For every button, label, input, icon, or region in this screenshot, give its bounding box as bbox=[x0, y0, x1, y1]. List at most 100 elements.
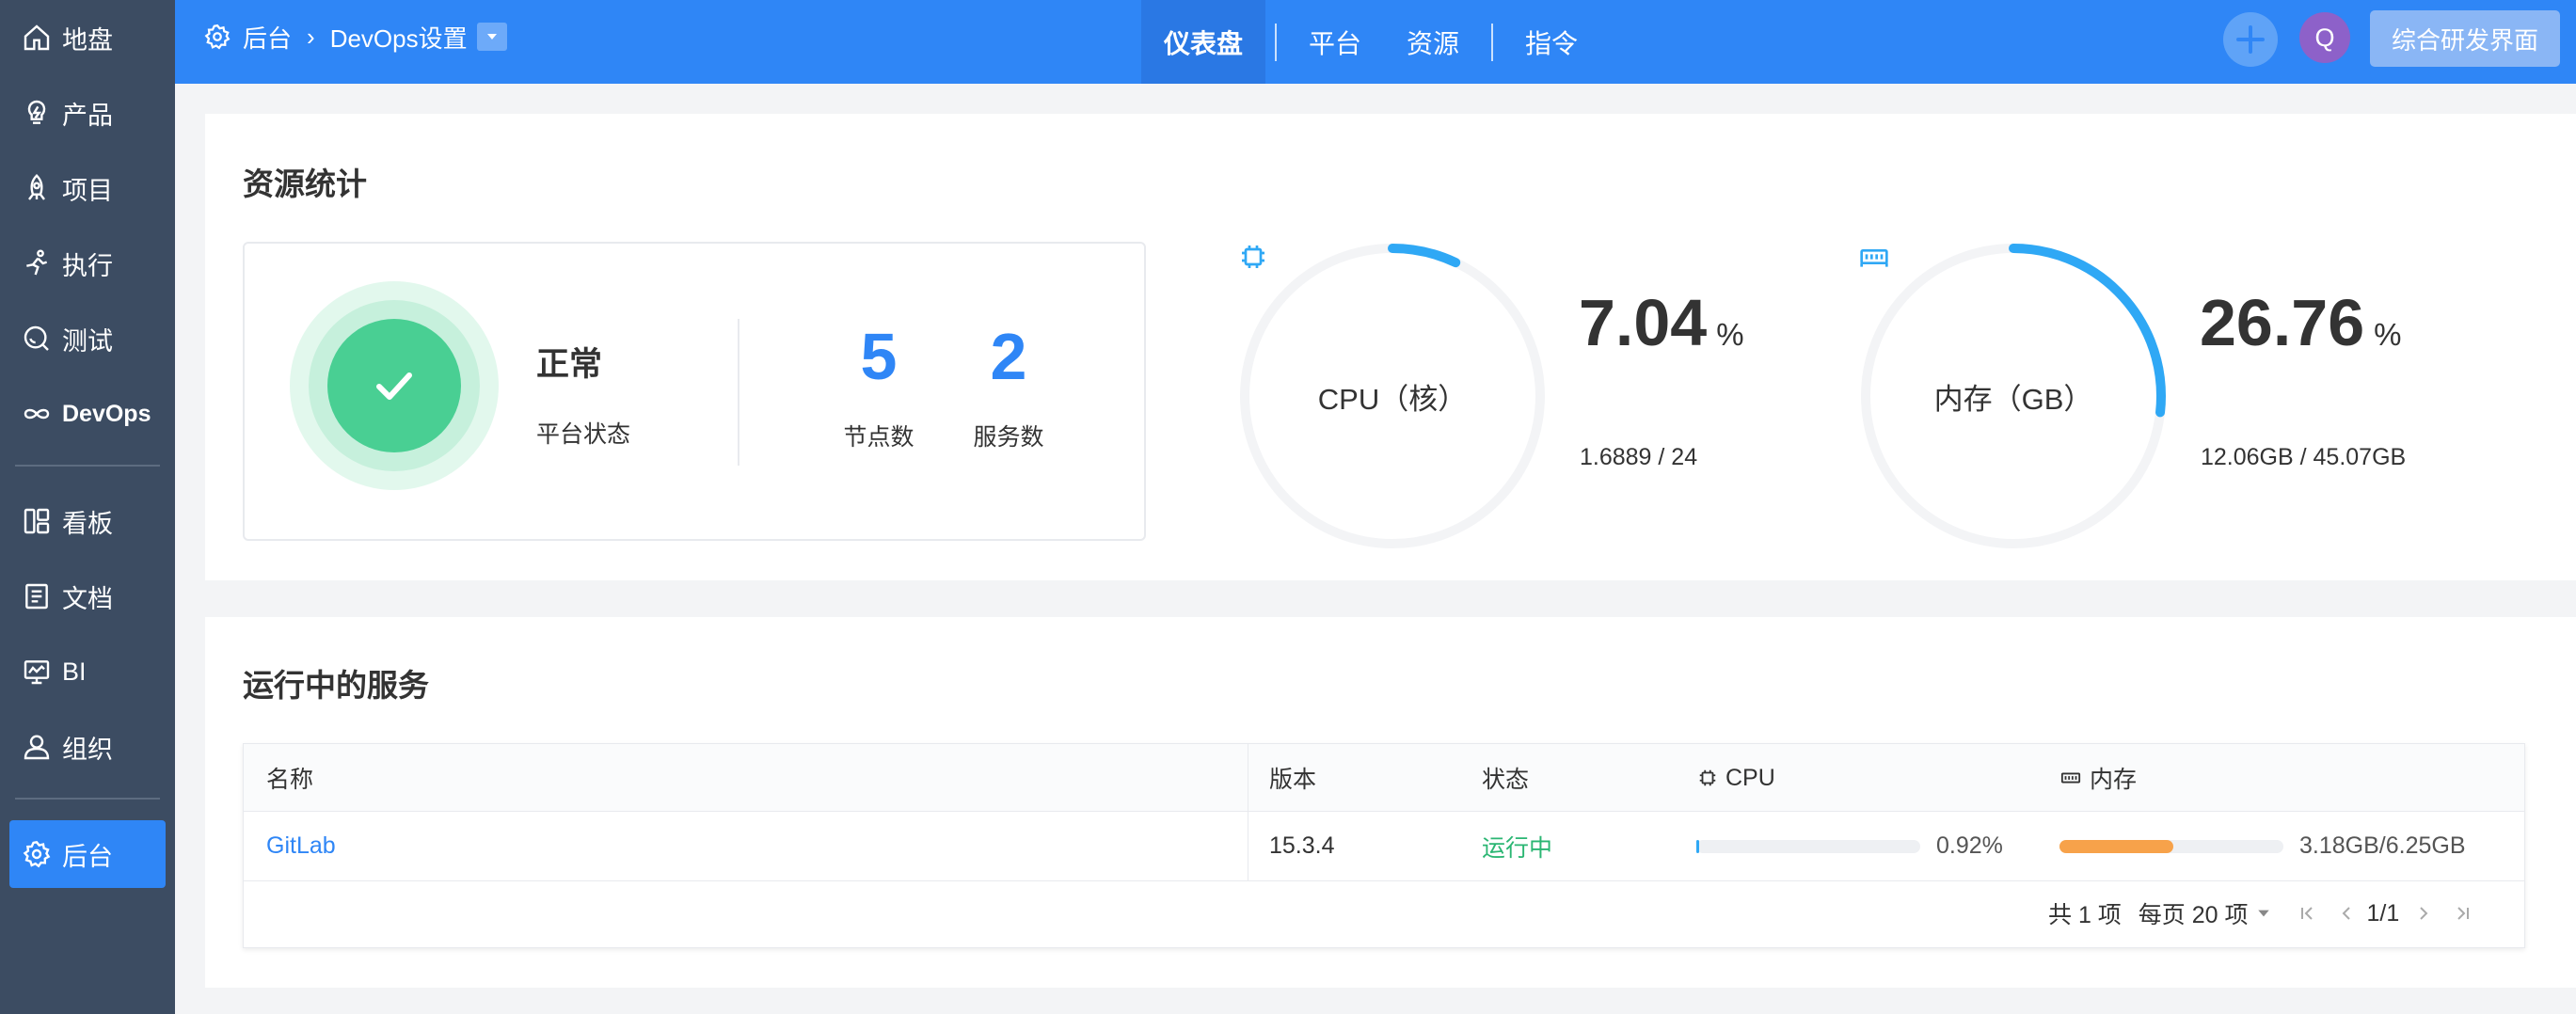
cpu-usage-bar-fill bbox=[1696, 840, 1699, 853]
column-header-version[interactable]: 版本 bbox=[1269, 744, 1316, 812]
infinity-icon bbox=[21, 398, 53, 430]
tab-separator bbox=[1491, 23, 1494, 61]
run-icon bbox=[21, 247, 53, 279]
memory-icon bbox=[2060, 772, 2081, 784]
sidebar-item-label: 产品 bbox=[62, 101, 113, 130]
sidebar-item-execution[interactable]: 执行 bbox=[9, 230, 166, 297]
services-table: 名称 版本 状态 CPU 内存 GitLab 15.3.4 运行中 0.92% … bbox=[243, 743, 2525, 948]
status-indicator bbox=[290, 281, 499, 490]
chevron-down-icon[interactable] bbox=[476, 23, 507, 51]
user-icon bbox=[21, 731, 53, 763]
service-count-label: 服务数 bbox=[973, 424, 1044, 451]
running-services-card: 运行中的服务 名称 版本 状态 CPU 内存 GitLab 15.3.4 运行中… bbox=[205, 617, 2576, 988]
sidebar-item-label: 地盘 bbox=[62, 25, 113, 55]
sidebar-item-devops[interactable]: DevOps bbox=[9, 380, 166, 448]
memory-percent-number: 26.76 bbox=[2200, 286, 2365, 359]
sidebar-item-label: 后台 bbox=[62, 842, 113, 871]
avatar[interactable]: Q bbox=[2299, 12, 2350, 63]
column-header-status[interactable]: 状态 bbox=[1482, 744, 1529, 812]
chevron-down-icon bbox=[2257, 910, 2269, 917]
node-count-metric: 5 节点数 bbox=[822, 319, 935, 452]
tab-commands[interactable]: 指令 bbox=[1503, 0, 1600, 84]
kanban-icon bbox=[21, 505, 53, 537]
column-header-name[interactable]: 名称 bbox=[266, 744, 313, 812]
chevron-right-icon: › bbox=[307, 22, 315, 51]
sidebar-item-dashboard[interactable]: 地盘 bbox=[9, 4, 166, 71]
column-header-cpu[interactable]: CPU bbox=[1697, 744, 1775, 812]
cpu-percent-number: 7.04 bbox=[1579, 286, 1708, 359]
memory-usage-bar bbox=[2059, 840, 2283, 853]
sidebar-item-admin[interactable]: 后台 bbox=[9, 820, 166, 888]
prev-page-icon[interactable] bbox=[2331, 898, 2361, 928]
platform-status-label: 平台状态 bbox=[536, 421, 631, 448]
memory-icon bbox=[1860, 249, 1888, 267]
memory-usage-text: 3.18GB/6.25GB bbox=[2299, 832, 2466, 859]
tab-separator bbox=[1275, 23, 1278, 61]
column-header-memory-label: 内存 bbox=[2090, 767, 2138, 793]
top-tabs: 仪表盘 平台 资源 指令 bbox=[1141, 0, 1600, 84]
breadcrumb: 后台 › DevOps设置 bbox=[203, 0, 507, 73]
bulb-icon bbox=[21, 97, 53, 129]
rocket-icon bbox=[21, 172, 53, 204]
search-icon bbox=[21, 323, 53, 355]
pager-per-page[interactable]: 每页 20 项 bbox=[2139, 896, 2271, 930]
cpu-icon bbox=[1242, 246, 1264, 268]
sidebar-item-product[interactable]: 产品 bbox=[9, 79, 166, 147]
column-header-cpu-label: CPU bbox=[1725, 764, 1775, 791]
sidebar-item-test[interactable]: 测试 bbox=[9, 305, 166, 372]
resource-stats-card: 资源统计 正常 平台状态 5 节点数 2 服务数 CPU（核） 7.04 % 1… bbox=[205, 114, 2576, 580]
tab-resources[interactable]: 资源 bbox=[1384, 0, 1482, 84]
switch-portal-button[interactable]: 综合研发界面 bbox=[2370, 10, 2560, 67]
sidebar-item-label: 看板 bbox=[62, 509, 113, 538]
tab-dashboard[interactable]: 仪表盘 bbox=[1141, 0, 1266, 84]
memory-gauge-label: 内存（GB） bbox=[1933, 382, 2093, 416]
cpu-icon bbox=[1699, 769, 1716, 786]
memory-usage-bar-fill bbox=[2059, 840, 2174, 853]
gear-icon bbox=[21, 838, 53, 870]
document-icon bbox=[21, 580, 53, 612]
cpu-usage-text: 0.92% bbox=[1936, 832, 2003, 859]
sidebar-item-label: 执行 bbox=[62, 251, 113, 280]
pagination: 共 1 项 每页 20 项 1/1 bbox=[2048, 891, 2478, 936]
sidebar-item-project[interactable]: 项目 bbox=[9, 154, 166, 222]
memory-usage-detail: 12.06GB / 45.07GB bbox=[2201, 444, 2407, 470]
last-page-icon[interactable] bbox=[2448, 898, 2478, 928]
sidebar-item-kanban[interactable]: 看板 bbox=[9, 487, 166, 555]
tab-platform[interactable]: 平台 bbox=[1286, 0, 1384, 84]
breadcrumb-current: DevOps设置 bbox=[329, 24, 468, 53]
sidebar-item-organization[interactable]: 组织 bbox=[9, 713, 166, 781]
cpu-gauge: CPU（核） bbox=[1238, 242, 1547, 550]
memory-percent-unit: % bbox=[2374, 317, 2402, 352]
create-button[interactable] bbox=[2223, 12, 2278, 67]
sidebar-item-label: 项目 bbox=[62, 176, 113, 205]
cpu-gauge-label: CPU（核） bbox=[1317, 382, 1468, 416]
pager-current: 1/1 bbox=[2366, 899, 2400, 927]
service-version: 15.3.4 bbox=[1269, 832, 1335, 859]
home-icon bbox=[21, 22, 53, 54]
node-count-label: 节点数 bbox=[843, 424, 914, 451]
top-header: 后台 › DevOps设置 仪表盘 平台 资源 指令 Q 综合研发界面 bbox=[175, 0, 2576, 84]
sidebar-item-label: 文档 bbox=[62, 584, 113, 613]
cpu-usage-bar bbox=[1696, 840, 1920, 853]
first-page-icon[interactable] bbox=[2292, 898, 2322, 928]
sidebar: 地盘 产品 项目 执行 测试 DevOps 看板 文档 BI 组织 后台 bbox=[0, 0, 175, 1014]
divider bbox=[738, 319, 739, 466]
check-icon bbox=[376, 372, 412, 400]
platform-status-value: 正常 bbox=[536, 346, 603, 383]
card-title: 运行中的服务 bbox=[243, 668, 429, 703]
column-header-memory[interactable]: 内存 bbox=[2059, 744, 2137, 812]
service-name-link[interactable]: GitLab bbox=[266, 812, 336, 880]
sidebar-item-label: DevOps bbox=[62, 400, 151, 427]
plus-icon bbox=[2236, 25, 2265, 54]
memory-percent-value: 26.76% bbox=[2200, 285, 2402, 360]
service-count-value: 2 bbox=[990, 320, 1027, 393]
service-status: 运行中 bbox=[1482, 834, 1553, 862]
cpu-percent-unit: % bbox=[1716, 317, 1744, 352]
breadcrumb-root[interactable]: 后台 bbox=[243, 20, 292, 55]
next-page-icon[interactable] bbox=[2409, 898, 2439, 928]
sidebar-item-bi[interactable]: BI bbox=[9, 638, 166, 705]
sidebar-item-label: 测试 bbox=[62, 326, 113, 356]
memory-gauge: 内存（GB） bbox=[1859, 242, 2168, 550]
cpu-usage-detail: 1.6889 / 24 bbox=[1580, 444, 1698, 470]
sidebar-item-docs[interactable]: 文档 bbox=[9, 562, 166, 630]
